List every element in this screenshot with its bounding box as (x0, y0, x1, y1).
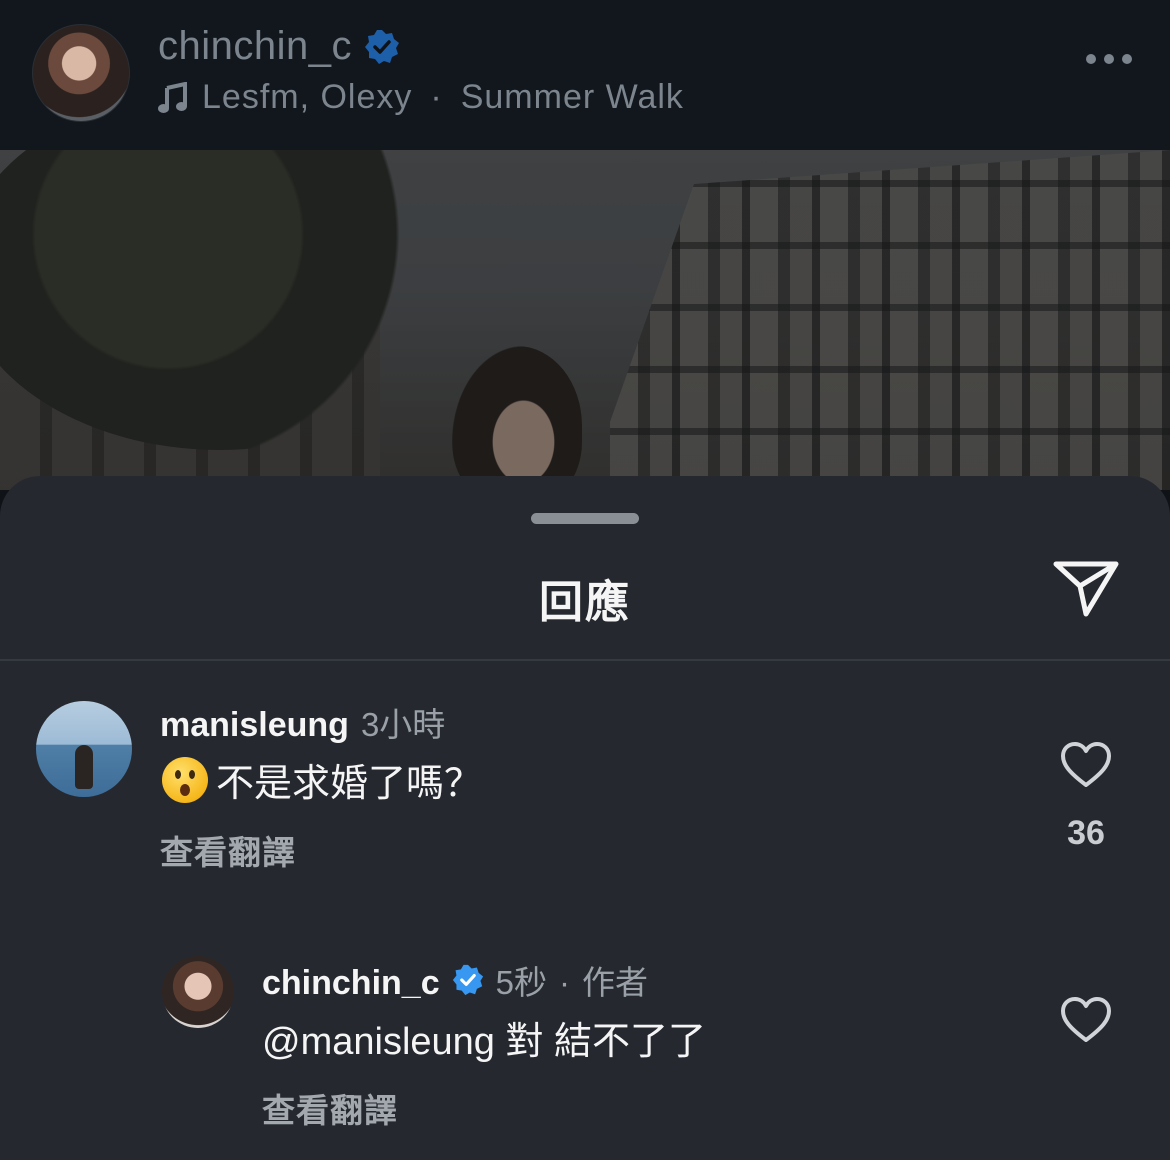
reply-username[interactable]: chinchin_c (262, 964, 440, 1003)
comments-sheet: 回應 manisleung 3小時 不是求婚了嗎？ 查看翻譯 36 chinch… (0, 476, 1170, 1160)
reply-header: chinchin_c 5秒 · 作者 (262, 956, 648, 1004)
music-separator: · (430, 78, 443, 116)
comment-body: 不是求婚了嗎？ (216, 763, 483, 805)
author-avatar[interactable] (32, 24, 130, 122)
music-title: Summer Walk (460, 78, 684, 116)
sheet-divider (0, 659, 1170, 661)
comment-time: 3小時 (360, 706, 446, 743)
like-heart-icon[interactable] (1060, 741, 1112, 789)
see-translation-link[interactable]: 查看翻譯 (262, 1084, 398, 1132)
reply-body: @manisleung 對 結不了了 (262, 1021, 707, 1063)
music-artist: Lesfm, Olexy (202, 78, 413, 116)
author-label: 作者 (581, 964, 648, 1001)
see-translation-link[interactable]: 查看翻譯 (160, 826, 296, 874)
music-note-icon (158, 81, 187, 113)
verified-badge-icon (452, 964, 483, 996)
like-heart-icon[interactable] (1060, 996, 1112, 1044)
post-photo (0, 150, 1170, 490)
comment-text: 不是求婚了嗎？ (162, 752, 482, 807)
comment-header: manisleung 3小時 (160, 698, 445, 746)
paper-plane-icon[interactable] (1050, 556, 1122, 620)
reply-time: 5秒 (495, 964, 547, 1001)
post-header: chinchin_c Lesfm, Olexy · Summer Walk (0, 0, 1170, 150)
surprised-face-emoji-icon (162, 756, 208, 803)
author-username-row[interactable]: chinchin_c (158, 24, 400, 69)
author-username[interactable]: chinchin_c (158, 24, 352, 69)
reply-text: @manisleung 對 結不了了 (262, 1010, 706, 1065)
comment-username[interactable]: manisleung (160, 706, 349, 745)
music-info[interactable]: Lesfm, Olexy · Summer Walk (158, 78, 684, 117)
reply-author-avatar[interactable] (162, 956, 234, 1028)
more-options-icon[interactable] (1086, 54, 1132, 64)
commenter-avatar[interactable] (36, 701, 132, 797)
sheet-title: 回應 (539, 578, 631, 627)
verified-badge-icon (365, 29, 400, 64)
reply-separator: · (558, 964, 570, 1001)
sheet-drag-handle[interactable] (531, 513, 639, 524)
like-count: 36 (1067, 814, 1105, 852)
